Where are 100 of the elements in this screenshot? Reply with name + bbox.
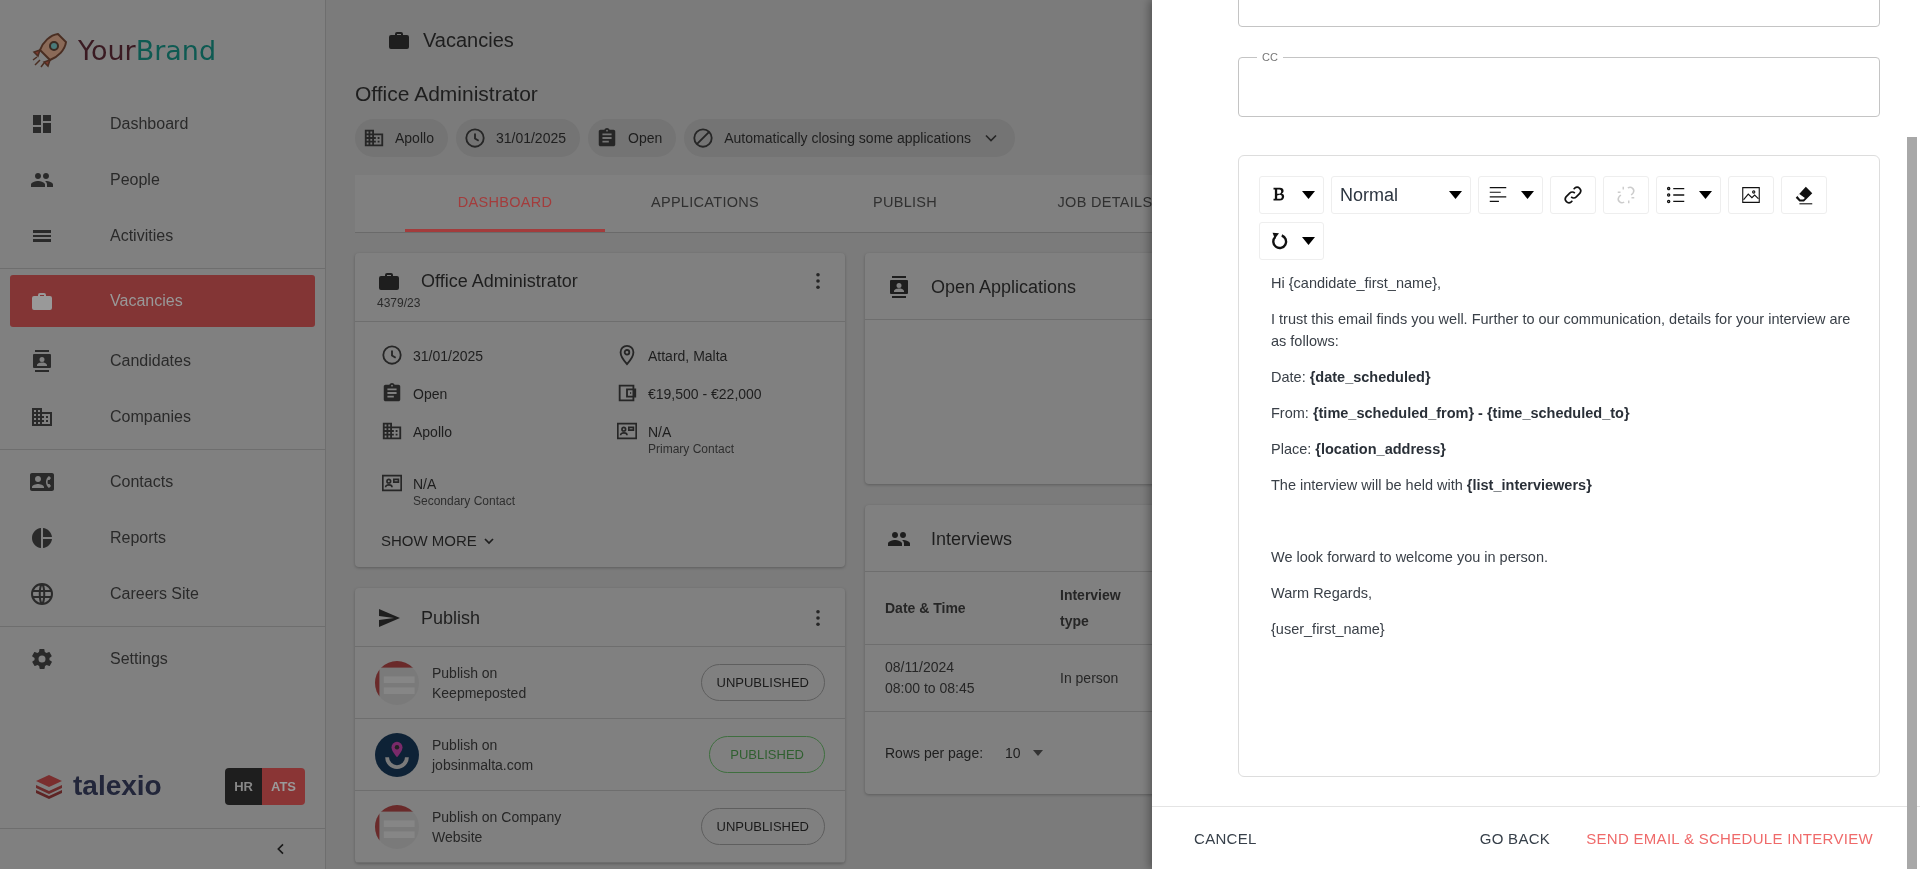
show-more-button[interactable]: SHOW MORE	[379, 528, 499, 553]
send-icon	[377, 606, 401, 630]
email-paragraph: Warm Regards,	[1271, 584, 1373, 603]
caret-icon	[1302, 237, 1315, 245]
bullet-list-icon	[1665, 184, 1687, 206]
globe-icon	[30, 582, 54, 606]
building-icon	[381, 420, 403, 442]
detail-value: Attard, Malta	[648, 348, 728, 364]
pin-logo-icon	[375, 732, 419, 777]
email-paragraph: Date: {date_scheduled}	[1271, 368, 1432, 387]
module-toggle[interactable]: ATS	[261, 767, 305, 805]
id-card-icon	[381, 472, 403, 494]
email-paragraph: The interview will be held with {list_interviewers}	[1271, 476, 1593, 495]
toolbar-button[interactable]	[1550, 176, 1596, 214]
caret-icon	[1302, 191, 1315, 199]
nav-item[interactable]: Companies	[10, 391, 315, 443]
rows-per-page-label: Rows per page:	[885, 745, 984, 761]
toolbar-dropdown[interactable]	[1259, 176, 1324, 214]
table-cell-text: 08/11/2024 08:00 to 08:45	[884, 658, 976, 698]
email-paragraph: I trust this email finds you well. Further to our communication, details for your interview are as follows:	[1271, 310, 1852, 351]
stacked-layers-icon	[33, 773, 65, 799]
caret-icon	[1521, 191, 1534, 199]
email-paragraph: Place: {location_address}	[1271, 440, 1447, 459]
nav-item[interactable]: Candidates	[10, 335, 315, 387]
publish-target: Publish on Keepmeposted	[432, 663, 528, 703]
rows-per-page-select[interactable]: 10	[1005, 745, 1043, 761]
tab[interactable]: APPLICATIONS	[605, 175, 805, 232]
website-thumbnail-icon	[375, 804, 419, 849]
building-icon	[30, 405, 54, 429]
format-select[interactable]: Normal	[1331, 176, 1471, 214]
reference-number: 4379/23	[377, 296, 421, 310]
publish-target: Publish on jobsinmalta.com	[432, 735, 535, 775]
caret-icon	[1032, 750, 1043, 756]
contact-card-icon	[30, 349, 54, 373]
clock-icon	[381, 344, 403, 366]
action-button[interactable]: GO BACK	[1465, 819, 1565, 857]
detail-value: €19,500 - €22,000	[648, 386, 762, 402]
dashboard-icon	[30, 112, 54, 136]
nav-item[interactable]: Activities	[10, 210, 315, 262]
cc-field[interactable]: CC	[1238, 51, 1880, 117]
nav-item[interactable]: Careers Site	[10, 568, 315, 620]
eraser-icon	[1793, 184, 1815, 206]
info-chip: 31/01/2025	[455, 119, 580, 157]
nav-item[interactable]: People	[10, 154, 315, 206]
tab[interactable]: JOB DETAILS	[1005, 175, 1152, 232]
more-icon[interactable]	[815, 609, 821, 627]
wallet-icon	[616, 382, 638, 404]
card-title: Interviews	[931, 528, 1014, 550]
website-thumbnail-icon	[375, 660, 419, 705]
tab[interactable]: PUBLISH	[805, 175, 1005, 232]
nav-item[interactable]: Settings	[10, 633, 315, 685]
toolbar-button[interactable]	[1728, 176, 1774, 214]
brand-logo: YourBrand	[78, 34, 217, 66]
email-paragraph: We look forward to welcome you in person.	[1271, 548, 1549, 567]
email-paragraph: {user_first_name}	[1271, 620, 1386, 639]
column-header: Date & Time	[884, 599, 967, 618]
info-chip: Apollo	[355, 119, 448, 157]
email-paragraph: From: {time_scheduled_from} - {time_scheduled_to}	[1271, 404, 1631, 423]
toolbar-dropdown[interactable]	[1478, 176, 1543, 214]
contact-card-icon	[887, 275, 911, 299]
nav-item[interactable]: Vacancies	[10, 275, 315, 327]
info-chip: Open	[588, 119, 677, 157]
scrollbar[interactable]	[1907, 137, 1917, 869]
card-title: Office Administrator	[421, 270, 579, 292]
blocked-icon	[692, 127, 715, 149]
action-button[interactable]: SEND EMAIL & SCHEDULE INTERVIEW	[1572, 819, 1875, 857]
unlink-icon	[1615, 184, 1637, 206]
detail-value: N/A	[413, 476, 438, 492]
detail-caption: Secondary Contact	[413, 494, 516, 508]
caret-icon	[1699, 191, 1712, 199]
toolbar-dropdown[interactable]	[1656, 176, 1721, 214]
link-icon	[1562, 184, 1584, 206]
card-title: Open Applications	[931, 276, 1078, 298]
nav-item[interactable]: Reports	[10, 512, 315, 564]
pie-chart-icon	[30, 526, 54, 550]
image-icon	[1740, 184, 1762, 206]
publish-target: Publish on Company Website	[432, 807, 563, 847]
nav-item[interactable]: Contacts	[10, 456, 315, 508]
clock-icon	[463, 127, 486, 149]
id-card-icon	[616, 420, 638, 442]
detail-caption: Primary Contact	[648, 442, 735, 456]
clipboard-icon	[381, 382, 403, 404]
clipboard-icon	[596, 127, 618, 149]
info-chip[interactable]: Automatically closing some applications	[684, 119, 1015, 157]
more-icon[interactable]	[815, 272, 821, 290]
caret-icon	[1449, 191, 1462, 199]
action-button[interactable]: CANCEL	[1180, 819, 1271, 857]
product-logo: talexio	[73, 770, 162, 802]
building-icon	[363, 127, 385, 149]
rocket-icon	[30, 30, 70, 70]
toolbar-button[interactable]	[1781, 176, 1827, 214]
card-title: Publish	[421, 607, 482, 629]
nav-item[interactable]: Dashboard	[10, 98, 315, 150]
detail-value: Open	[413, 386, 448, 402]
module-toggle[interactable]: HR	[225, 767, 262, 805]
detail-value: N/A	[648, 424, 673, 440]
toolbar-dropdown[interactable]	[1259, 222, 1324, 260]
settings-icon	[30, 647, 54, 671]
table-cell-text: In person	[1060, 668, 1119, 688]
email-paragraph: Hi {candidate_first_name},	[1271, 274, 1443, 293]
